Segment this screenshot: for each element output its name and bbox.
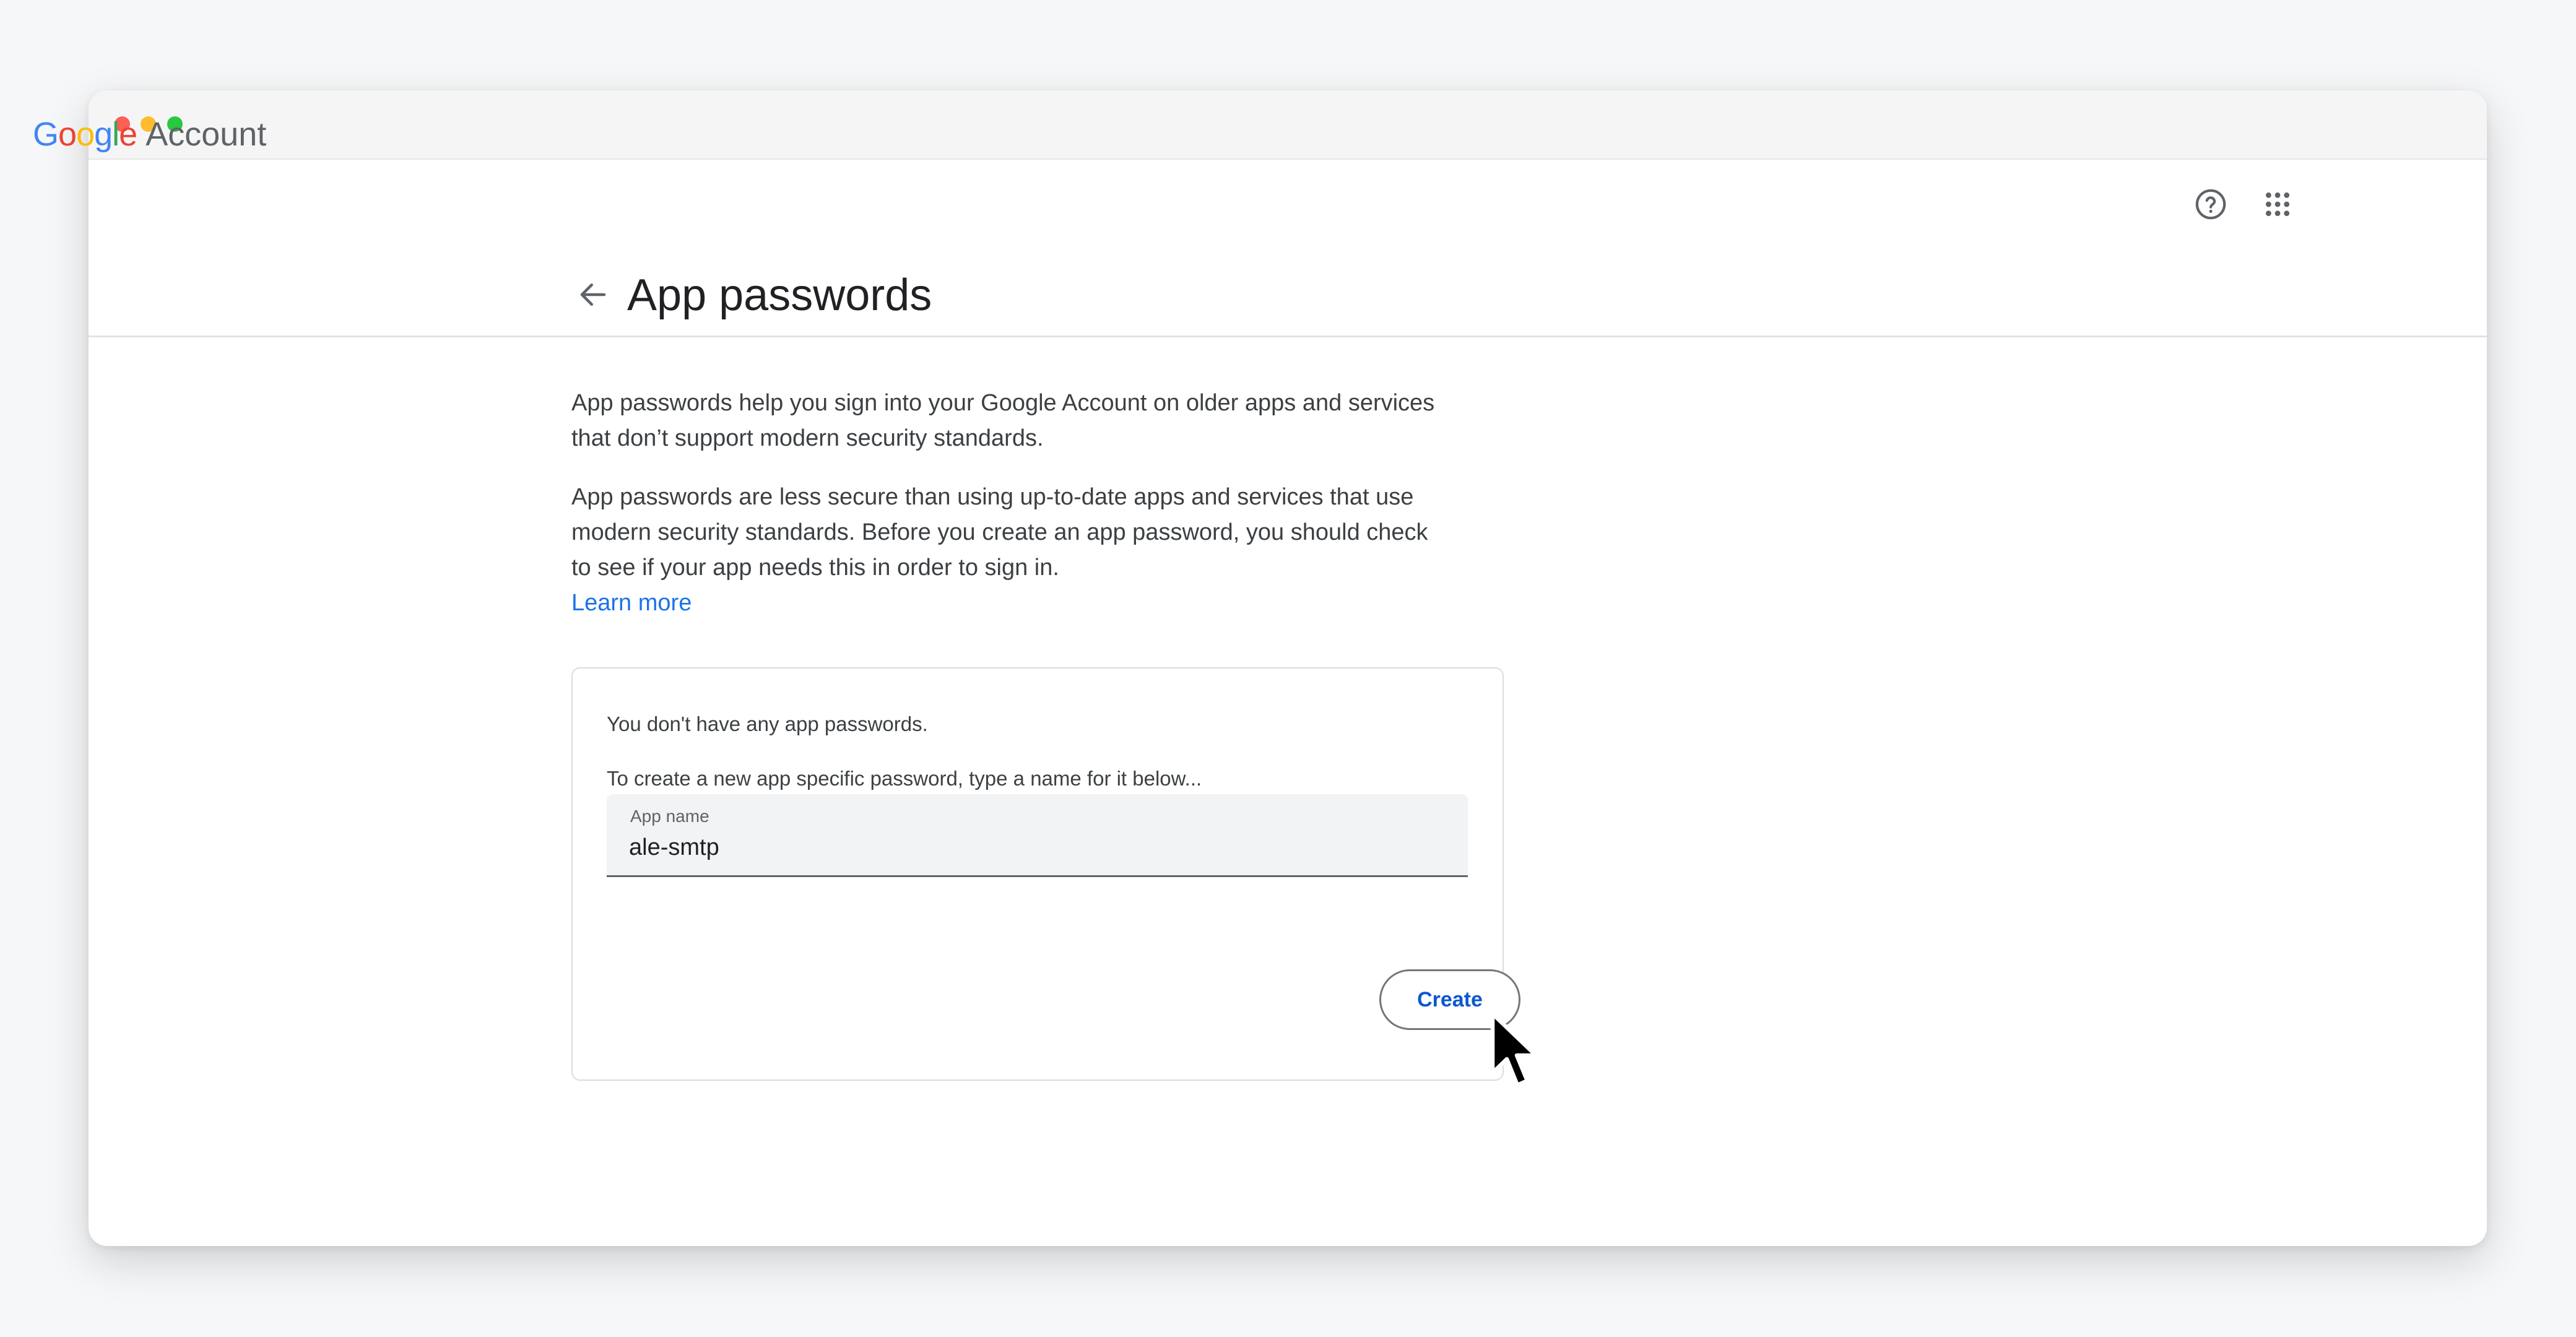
app-name-label: App name: [630, 807, 709, 826]
logo-letter-e: e: [119, 116, 137, 153]
description-paragraph-2: App passwords are less secure than using…: [571, 484, 1428, 581]
screen: Google Account App passwords App password…: [0, 0, 2576, 1337]
app-name-input[interactable]: [629, 831, 1434, 863]
app-name-field[interactable]: App name: [607, 794, 1468, 877]
google-apps-button[interactable]: [2253, 180, 2302, 229]
create-instruction-text: To create a new app specific password, t…: [607, 767, 1202, 790]
arrow-left-icon: [580, 283, 606, 306]
back-button[interactable]: [565, 267, 621, 322]
description-paragraph-1: App passwords help you sign into your Go…: [571, 390, 1435, 451]
logo-letter-g: G: [33, 116, 59, 153]
account-header: [89, 158, 2487, 337]
google-account-logo[interactable]: Google Account: [33, 118, 266, 151]
page-title: App passwords: [627, 270, 932, 320]
logo-letter-o2: o: [76, 116, 95, 153]
no-app-passwords-text: You don't have any app passwords.: [607, 712, 928, 735]
apps-grid-icon: [2265, 192, 2290, 217]
help-circle-icon: [2195, 189, 2226, 220]
logo-letter-l: l: [112, 116, 119, 153]
mouse-pointer-icon: [1490, 1011, 1538, 1088]
logo-letter-g2: g: [94, 116, 113, 153]
logo-letter-o1: o: [58, 116, 77, 153]
learn-more-link[interactable]: Learn more: [571, 586, 692, 621]
help-button[interactable]: [2186, 180, 2236, 229]
logo-account-text: Account: [145, 116, 267, 153]
window-titlebar: [89, 90, 2487, 160]
